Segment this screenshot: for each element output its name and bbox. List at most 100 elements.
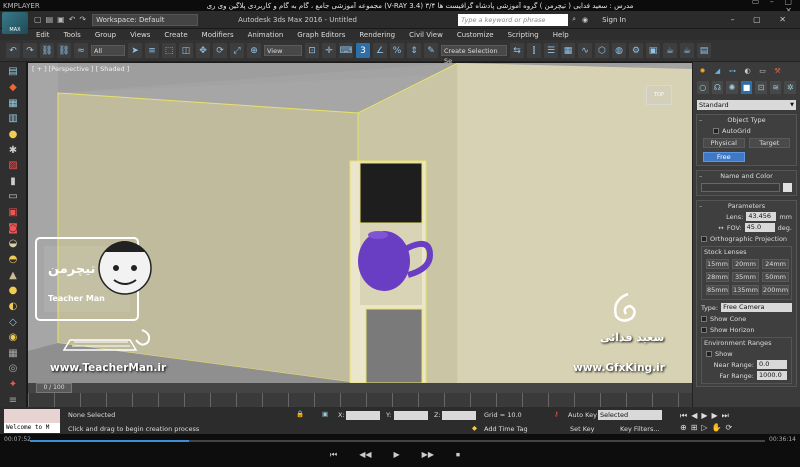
camera-type-dropdown[interactable]: Free Camera — [721, 303, 792, 312]
search-input[interactable]: Type a keyword or phrase — [458, 13, 569, 26]
transform-mode-icon[interactable]: ▣ — [322, 410, 328, 418]
lens-50mm-button[interactable]: 50mm — [762, 272, 790, 282]
placement-icon[interactable]: ⊕ — [247, 43, 261, 58]
unlink-icon[interactable]: ⛓ — [57, 43, 71, 58]
max-logo[interactable]: MAX — [2, 11, 28, 34]
key-icon[interactable]: ⚷ — [554, 410, 559, 418]
x-coordinate-input[interactable] — [346, 411, 380, 420]
lens-35mm-button[interactable]: 35mm — [731, 272, 760, 282]
name-color-title[interactable]: Name and Color — [697, 171, 796, 181]
near-range-input[interactable]: 0.0 — [757, 360, 787, 369]
vray-fur-icon[interactable]: ▲ — [4, 268, 22, 282]
select-by-name-icon[interactable]: ≡ — [145, 43, 159, 58]
time-slider[interactable]: 0 / 100 — [28, 383, 692, 393]
angle-snap-icon[interactable]: ∠ — [373, 43, 387, 58]
keyboard-shortcut-icon[interactable]: ⌨ — [339, 43, 353, 58]
menu-customize[interactable]: Customize — [457, 31, 494, 39]
workspace-dropdown[interactable]: Workspace: Default — [92, 13, 199, 26]
open-file-icon[interactable]: ▤ — [46, 15, 54, 24]
zoom-icon[interactable]: ⊕ — [680, 423, 687, 432]
camera-category-dropdown[interactable]: Standard — [697, 100, 796, 110]
vray-sphere-icon[interactable]: ● — [4, 284, 22, 298]
vray-material-icon[interactable]: ✦ — [4, 378, 22, 392]
play-icon[interactable]: ▶ — [394, 450, 400, 460]
time-tag-icon[interactable]: ◆ — [472, 424, 477, 432]
redo-icon[interactable]: ↷ — [23, 43, 37, 58]
select-scale-icon[interactable]: ⤢ — [230, 43, 244, 58]
vray-light-icon[interactable]: ✱ — [4, 143, 22, 157]
reference-coordinate-dropdown[interactable]: View — [264, 45, 302, 56]
maxscript-output[interactable]: Welcome to M — [4, 423, 60, 433]
menu-scripting[interactable]: Scripting — [508, 31, 539, 39]
menu-animation[interactable]: Animation — [248, 31, 284, 39]
select-manipulate-icon[interactable]: ✛ — [322, 43, 336, 58]
modify-tab-icon[interactable]: ◢ — [712, 65, 723, 76]
show-horizon-checkbox[interactable] — [701, 326, 707, 333]
next-frame-icon[interactable]: ▶ — [712, 411, 718, 421]
lens-input[interactable]: 43.456 — [746, 212, 777, 221]
cameras-icon[interactable]: ■ — [740, 81, 753, 94]
vray-object-icon[interactable]: ◉ — [4, 331, 22, 345]
scene-explorer-icon[interactable]: ▤ — [4, 65, 22, 79]
rectangle-selection-icon[interactable]: ⬚ — [162, 43, 176, 58]
vray-proxy-icon[interactable]: ◒ — [4, 237, 22, 251]
auto-key-button[interactable]: Auto Key — [568, 411, 597, 419]
target-camera-button[interactable]: Target — [748, 138, 790, 148]
toggle-icon[interactable]: ◎ — [4, 362, 22, 376]
new-file-icon[interactable]: ▢ — [34, 15, 42, 24]
play-icon[interactable]: ▶ — [701, 411, 707, 421]
selection-filter-dropdown[interactable]: All — [91, 45, 125, 56]
key-selection-dropdown[interactable]: Selected — [598, 410, 662, 420]
fov-direction-icon[interactable]: ↔ — [718, 224, 723, 232]
vray-toolbar-icon[interactable]: ▣ — [4, 206, 22, 220]
snapshot-icon[interactable]: ▦ — [4, 347, 22, 361]
object-type-title[interactable]: Object Type — [697, 115, 796, 125]
scene-explorer-icon[interactable]: ▦ — [561, 43, 575, 58]
camera-icon[interactable]: ▮ — [4, 174, 22, 188]
table-icon[interactable]: ▥ — [4, 112, 22, 126]
named-selection-set-dropdown[interactable]: Create Selection Se — [441, 45, 507, 65]
fast-forward-icon[interactable]: ▶▶ — [422, 450, 434, 460]
free-camera-button[interactable]: Free — [703, 152, 745, 162]
snaps-toggle-icon[interactable]: 3 — [356, 43, 370, 58]
schematic-view-icon[interactable]: ⬡ — [595, 43, 609, 58]
menu-views[interactable]: Views — [130, 31, 150, 39]
undo-icon[interactable]: ↶ — [6, 43, 20, 58]
lock-selection-icon[interactable]: 🔒 — [296, 410, 304, 418]
physical-camera-button[interactable]: Physical — [703, 138, 745, 148]
show-cone-checkbox[interactable] — [701, 315, 707, 322]
mirror-icon[interactable]: ⇆ — [510, 43, 524, 58]
light-icon[interactable]: ● — [4, 128, 22, 142]
pivot-center-icon[interactable]: ⊡ — [305, 43, 319, 58]
menu-rendering[interactable]: Rendering — [359, 31, 395, 39]
orbit-icon[interactable]: ⟳ — [726, 423, 733, 432]
object-name-input[interactable] — [701, 183, 780, 192]
video-progress-bar[interactable] — [30, 440, 765, 442]
display-tab-icon[interactable]: ▭ — [757, 65, 768, 76]
save-icon[interactable]: ▣ — [57, 15, 65, 24]
y-coordinate-input[interactable] — [394, 411, 428, 420]
lens-24mm-button[interactable]: 24mm — [762, 259, 790, 269]
stop-icon[interactable]: ⏹ — [456, 450, 460, 460]
vray-dome-icon[interactable]: ◓ — [4, 253, 22, 267]
menu-help[interactable]: Help — [553, 31, 569, 39]
lens-20mm-button[interactable]: 20mm — [731, 259, 760, 269]
window-crossing-icon[interactable]: ◫ — [179, 43, 193, 58]
lights-icon[interactable]: ✺ — [726, 81, 738, 94]
autogrid-checkbox[interactable] — [713, 127, 719, 134]
bind-space-warp-icon[interactable]: ≈ — [74, 43, 88, 58]
lens-85mm-button[interactable]: 85mm — [706, 285, 729, 295]
hierarchy-tab-icon[interactable]: ⊶ — [727, 65, 738, 76]
select-object-icon[interactable]: ➤ — [128, 43, 142, 58]
helpers-icon[interactable]: ⊡ — [755, 81, 767, 94]
key-filters-button[interactable]: Key Filters... — [620, 425, 660, 433]
lens-15mm-button[interactable]: 15mm — [706, 259, 729, 269]
list-icon[interactable]: ≡ — [4, 393, 22, 407]
link-icon[interactable]: ⛓ — [40, 43, 54, 58]
env-show-checkbox[interactable] — [706, 350, 712, 357]
select-move-icon[interactable]: ✥ — [196, 43, 210, 58]
window-controls[interactable]: – ▢ ✕ — [731, 15, 794, 24]
pan-icon[interactable]: ✋ — [712, 423, 722, 432]
sign-in-link[interactable]: Sign In — [602, 16, 626, 24]
time-slider-thumb[interactable]: 0 / 100 — [36, 383, 72, 393]
